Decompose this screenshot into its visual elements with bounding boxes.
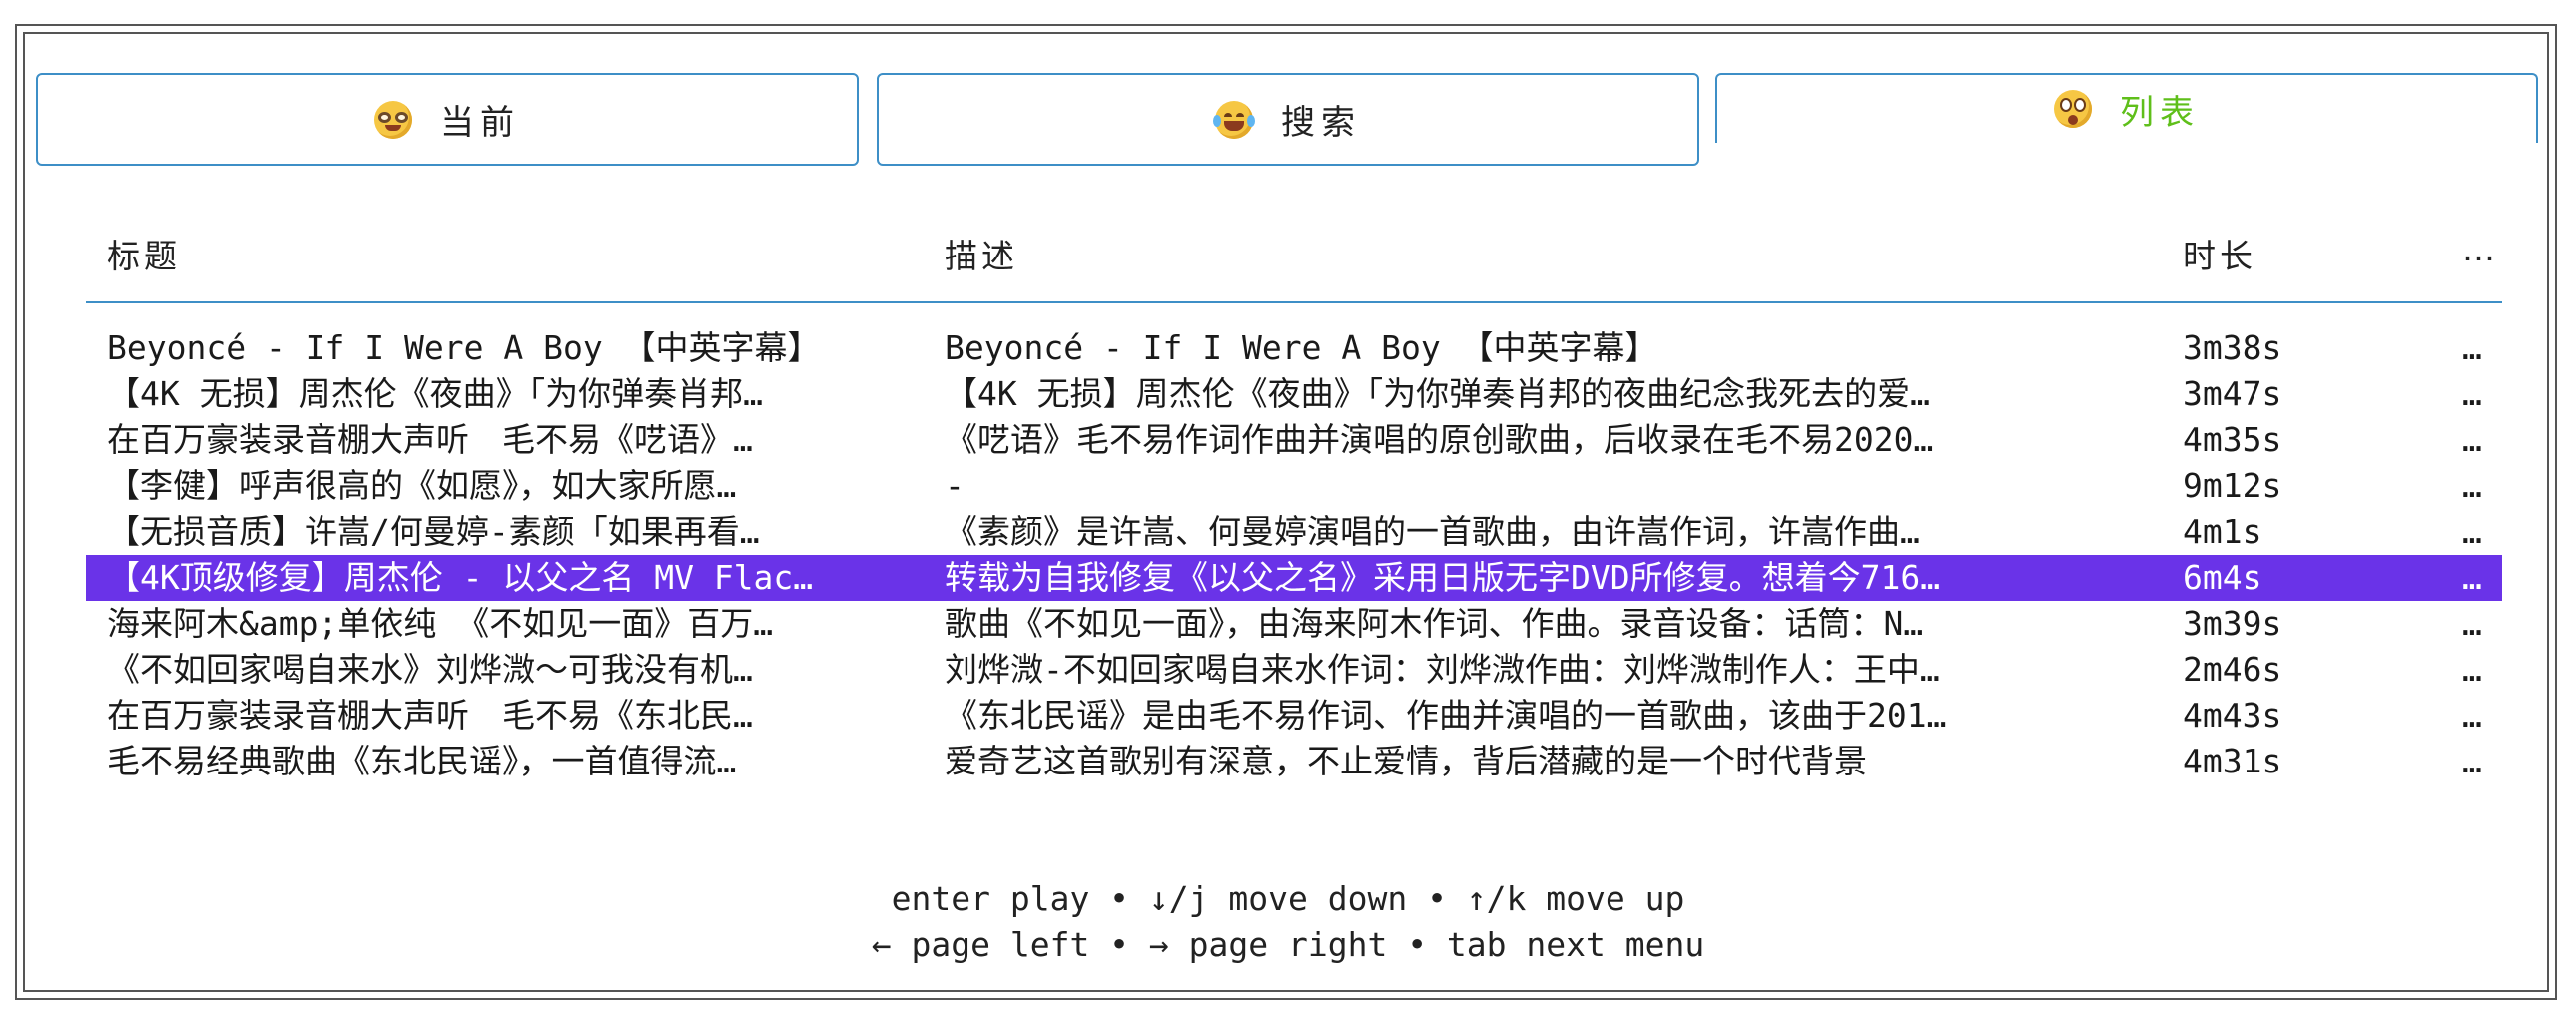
- row-more: …: [2462, 512, 2482, 551]
- table-row[interactable]: 【4K 无损】周杰伦《夜曲》「为你弹奏肖邦… 【4K 无损】周杰伦《夜曲》「为你…: [0, 371, 2576, 417]
- table-row[interactable]: 在百万豪装录音棚大声听 毛不易《东北民… 《东北民谣》是由毛不易作词、作曲并演唱…: [0, 693, 2576, 739]
- row-description: 《呓语》毛不易作词作曲并演唱的原创歌曲，后收录在毛不易2020…: [945, 420, 1934, 459]
- row-title: 在百万豪装录音棚大声听 毛不易《呓语》…: [107, 420, 753, 459]
- table-row[interactable]: 海来阿木&amp;单依纯 《不如见一面》百万… 歌曲《不如见一面》，由海来阿木作…: [0, 601, 2576, 647]
- row-more: …: [2462, 328, 2482, 367]
- help-line-1: enter play • ↓/j move down • ↑/k move up: [891, 879, 1685, 918]
- header-duration[interactable]: 时长: [2183, 230, 2332, 277]
- table-row-selected[interactable]: 【4K顶级修复】周杰伦 - 以父之名 MV Flac… 转载为自我修复《以父之名…: [0, 555, 2576, 601]
- tab-current-label: 当前: [440, 103, 520, 143]
- row-more: …: [2462, 742, 2482, 780]
- row-description: 【4K 无损】周杰伦《夜曲》「为你弹奏肖邦的夜曲纪念我死去的爱…: [945, 374, 1930, 413]
- row-duration: 4m43s: [2183, 696, 2282, 735]
- row-duration: 4m31s: [2183, 742, 2282, 780]
- row-duration: 4m1s: [2183, 512, 2262, 551]
- row-description: Beyoncé - If I Were A Boy 【中英字幕】: [945, 328, 1658, 367]
- row-more: …: [2462, 420, 2482, 459]
- row-duration: 4m35s: [2183, 420, 2282, 459]
- table-row[interactable]: Beyoncé - If I Were A Boy 【中英字幕】 Beyoncé…: [0, 325, 2576, 371]
- row-more: …: [2462, 604, 2482, 643]
- row-duration: 3m38s: [2183, 328, 2282, 367]
- row-title: 【4K 无损】周杰伦《夜曲》「为你弹奏肖邦…: [107, 374, 763, 413]
- table-row[interactable]: 【李健】呼声很高的《如愿》，如大家所愿… - 9m12s …: [0, 463, 2576, 509]
- row-description: 刘烨溦-不如回家喝自来水作词：刘烨溦作曲：刘烨溦制作人：王中…: [945, 650, 1940, 689]
- row-description: 爱奇艺这首歌别有深意，不止爱情，背后潜藏的是一个时代背景: [945, 742, 1867, 780]
- header-divider: [86, 301, 2502, 303]
- row-duration: 2m46s: [2183, 650, 2282, 689]
- row-title: 在百万豪装录音棚大声听 毛不易《东北民…: [107, 696, 753, 735]
- header-title[interactable]: 标题: [107, 230, 906, 277]
- row-description: 《东北民谣》是由毛不易作词、作曲并演唱的一首歌曲，该曲于201…: [945, 696, 1947, 735]
- table-row[interactable]: 【无损音质】许嵩/何曼婷-素颜「如果再看… 《素颜》是许嵩、何曼婷演唱的一首歌曲…: [0, 509, 2576, 555]
- row-duration: 3m39s: [2183, 604, 2282, 643]
- row-duration: 6m4s: [2183, 558, 2262, 597]
- tears-of-joy-icon: [1213, 100, 1255, 139]
- row-title: 《不如回家喝自来水》刘烨溦～可我没有机…: [107, 650, 753, 689]
- help-line-2: ← page left • → page right • tab next me…: [871, 925, 1705, 964]
- table-row[interactable]: 毛不易经典歌曲《东北民谣》，一首值得流… 爱奇艺这首歌别有深意，不止爱情，背后潜…: [0, 739, 2576, 784]
- header-description[interactable]: 描述: [945, 230, 2143, 277]
- nerd-face-icon: [374, 100, 412, 139]
- row-title: 海来阿木&amp;单依纯 《不如见一面》百万…: [107, 604, 774, 643]
- table-row[interactable]: 《不如回家喝自来水》刘烨溦～可我没有机… 刘烨溦-不如回家喝自来水作词：刘烨溦作…: [0, 647, 2576, 693]
- row-duration: 3m47s: [2183, 374, 2282, 413]
- tab-search[interactable]: 搜索: [877, 73, 1699, 166]
- row-title: Beyoncé - If I Were A Boy 【中英字幕】: [107, 328, 821, 367]
- row-description: -: [945, 466, 965, 505]
- table-row[interactable]: 在百万豪装录音棚大声听 毛不易《呓语》… 《呓语》毛不易作词作曲并演唱的原创歌曲…: [0, 417, 2576, 463]
- row-more: …: [2462, 696, 2482, 735]
- tab-list[interactable]: 列表: [1715, 73, 2538, 143]
- table-header: 标题 描述 时长 …: [0, 230, 2576, 279]
- flushed-face-icon: [2054, 90, 2092, 128]
- keybinding-help: enter play • ↓/j move down • ↑/k move up…: [0, 876, 2576, 968]
- row-description: 《素颜》是许嵩、何曼婷演唱的一首歌曲，由许嵩作词，许嵩作曲…: [945, 512, 1920, 551]
- row-title: 毛不易经典歌曲《东北民谣》，一首值得流…: [107, 742, 737, 780]
- row-more: …: [2462, 466, 2482, 505]
- row-description: 歌曲《不如见一面》，由海来阿木作词、作曲。录音设备：话筒：N…: [945, 604, 1924, 643]
- tab-search-label: 搜索: [1281, 103, 1361, 143]
- header-more: …: [2462, 230, 2499, 268]
- row-description: 转载为自我修复《以父之名》采用日版无字DVD所修复。想着今716…: [945, 558, 1941, 597]
- row-title: 【李健】呼声很高的《如愿》，如大家所愿…: [107, 466, 737, 505]
- song-list: Beyoncé - If I Were A Boy 【中英字幕】 Beyoncé…: [0, 325, 2576, 784]
- row-more: …: [2462, 558, 2482, 597]
- row-more: …: [2462, 374, 2482, 413]
- row-title: 【无损音质】许嵩/何曼婷-素颜「如果再看…: [107, 512, 760, 551]
- tab-current[interactable]: 当前: [36, 73, 859, 166]
- row-title: 【4K顶级修复】周杰伦 - 以父之名 MV Flac…: [107, 558, 814, 597]
- row-more: …: [2462, 650, 2482, 689]
- row-duration: 9m12s: [2183, 466, 2282, 505]
- tab-list-label: 列表: [2120, 92, 2200, 133]
